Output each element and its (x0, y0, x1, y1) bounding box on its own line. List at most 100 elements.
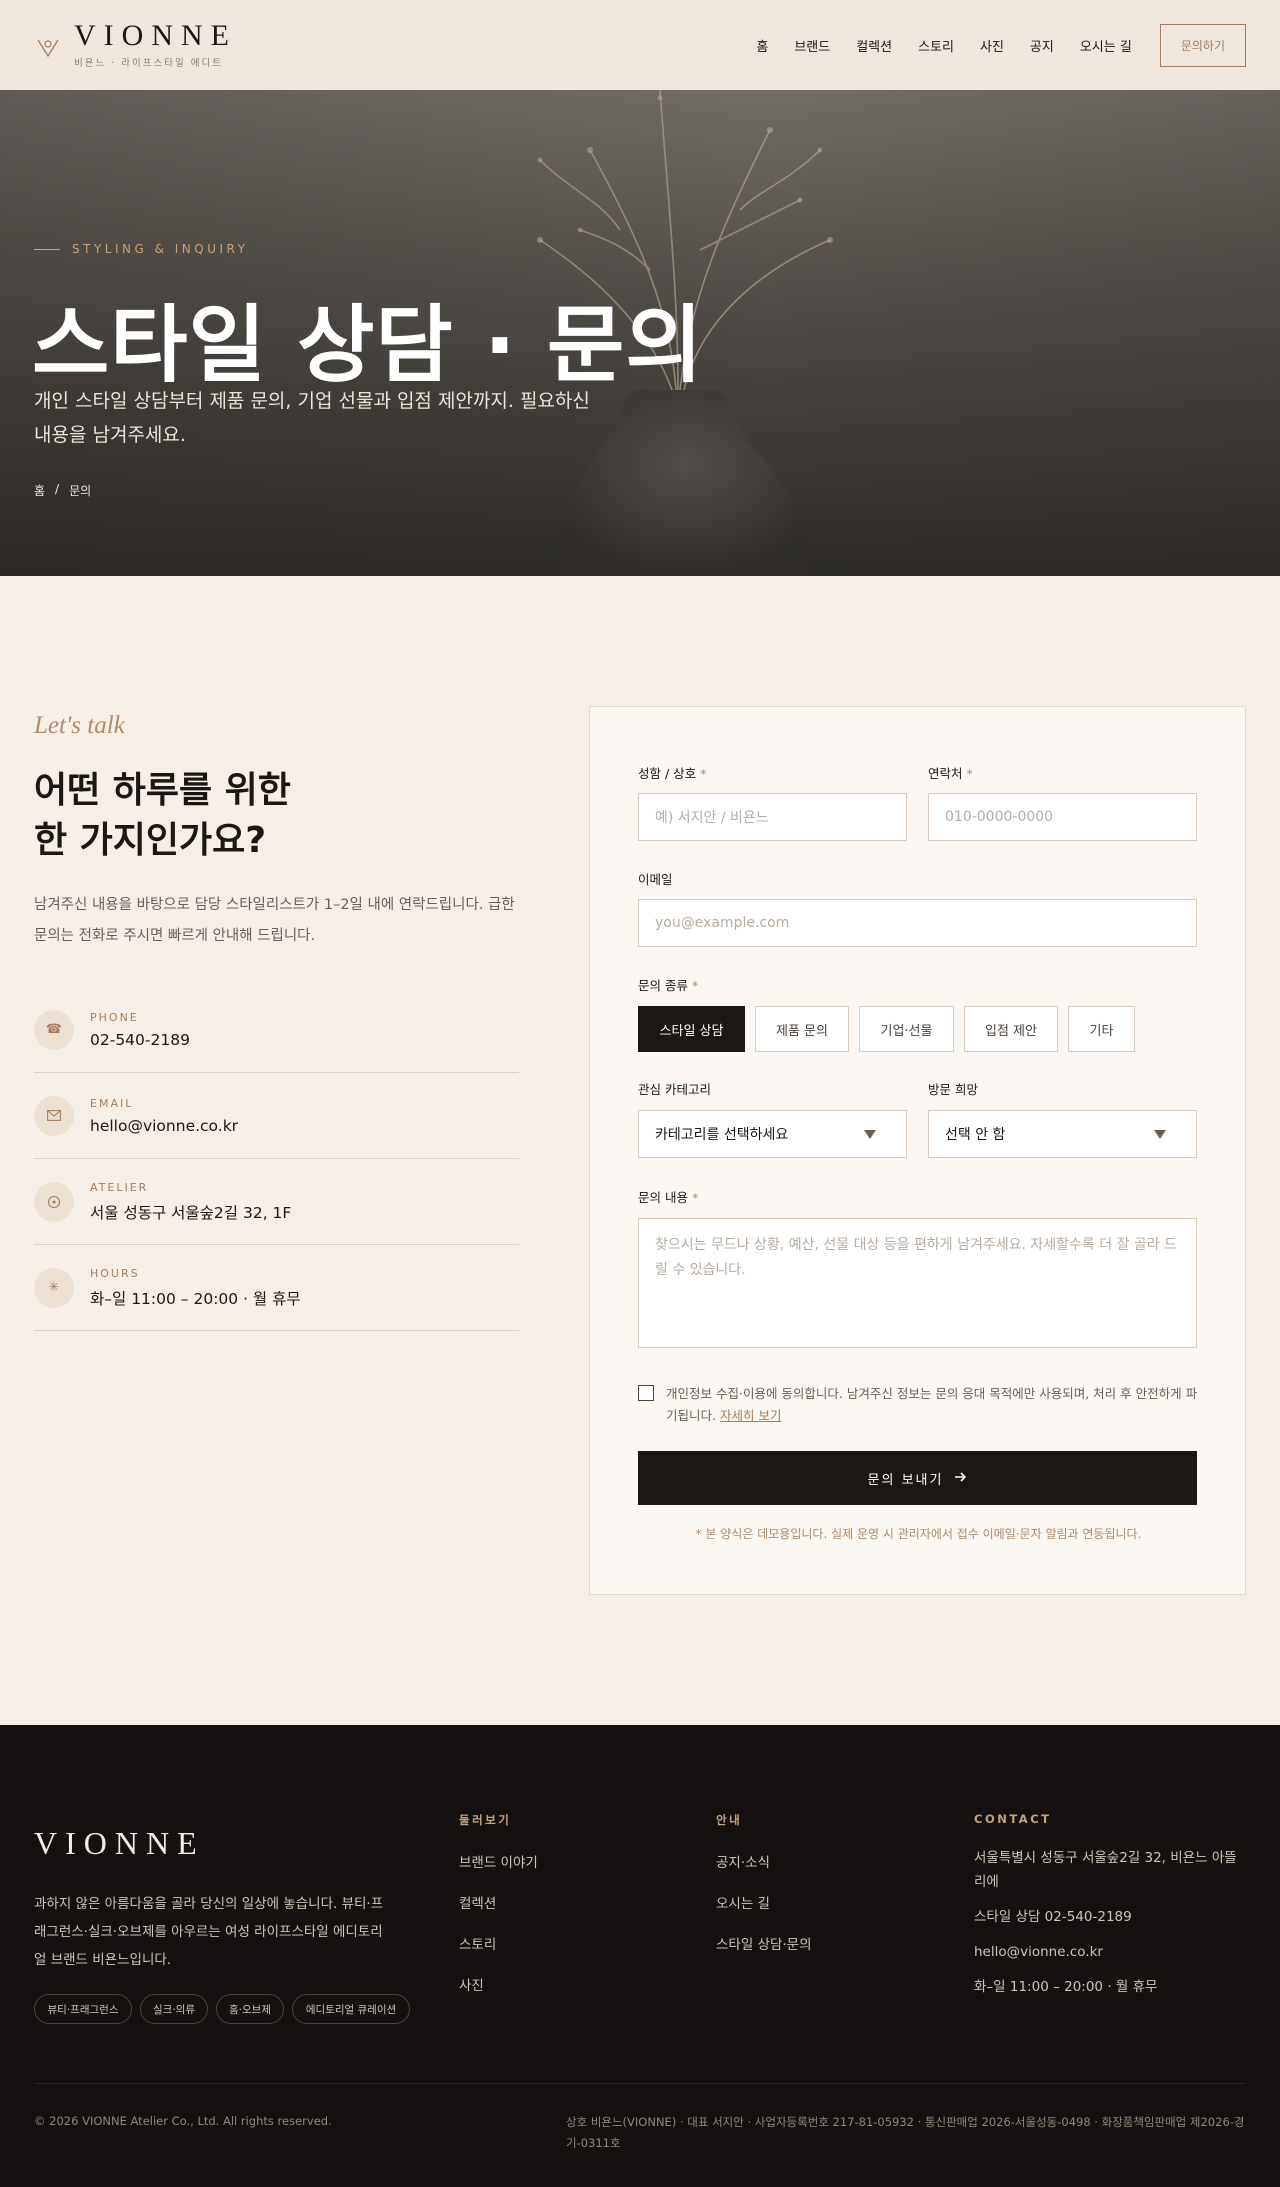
contact-email-label: EMAIL (90, 1096, 134, 1110)
mail-icon (34, 1095, 74, 1136)
nav-collection[interactable]: 컬렉션 (856, 36, 892, 55)
phone-required-mark: * (966, 766, 973, 781)
brand-tagline: 비욘느 · 라이프스타일 에디트 (74, 58, 223, 69)
category-label: 관심 카테고리 (638, 1082, 711, 1097)
nav-home[interactable]: 홈 (756, 36, 768, 55)
email-label: 이메일 (638, 872, 673, 887)
type-label-text: 문의 종류 (638, 978, 688, 993)
footer-tag: 에디토리얼 큐레이션 (292, 1994, 410, 2024)
footer-tag: 실크·의류 (140, 1994, 208, 2024)
contact-hours-label: HOURS (90, 1266, 140, 1280)
category-select-value: 카테고리를 선택하세요 (655, 1127, 789, 1143)
script-heading: Let's talk (34, 712, 125, 739)
visit-label: 방문 희망 (928, 1082, 978, 1097)
footer-link[interactable]: 컬렉션 (459, 1892, 496, 1912)
type-option-corporate[interactable]: 기업·선물 (859, 1006, 954, 1052)
submit-label: 문의 보내기 (867, 1472, 944, 1488)
footer-link[interactable]: 오시는 길 (716, 1892, 770, 1912)
phone-label: 연락처 * (928, 763, 973, 782)
footer-link[interactable]: 사진 (459, 1974, 484, 1994)
type-option-partnership[interactable]: 입점 제안 (964, 1006, 1058, 1052)
breadcrumb-home[interactable]: 홈 (34, 482, 45, 499)
hero-description: 개인 스타일 상담부터 제품 문의, 기업 선물과 입점 제안까지. 필요하신 … (34, 390, 590, 446)
visit-select[interactable]: 선택 안 함 (928, 1110, 1197, 1158)
copyright: © 2026 VIONNE Atelier Co., Ltd. All righ… (34, 2114, 332, 2128)
location-icon (34, 1181, 74, 1222)
name-required-mark: * (700, 766, 707, 781)
inquiry-form: 성함 / 상호 * 예) 서지안 / 비욘느 연락처 * 010-0000-0000… (589, 706, 1246, 1595)
hero-eyebrow: STYLING & INQUIRY (34, 242, 248, 256)
type-option-styling[interactable]: 스타일 상담 (638, 1006, 745, 1052)
contact-heading-line1: 어떤 하루를 위한 (34, 770, 291, 811)
brand-name: VIONNE (74, 19, 237, 52)
contact-hours-value: 화–일 11:00 – 20:00 · 월 휴무 (90, 1289, 301, 1308)
privacy-agreement: 개인정보 수집·이용에 동의합니다. 남겨주신 정보는 문의 응대 목적에만 사… (638, 1383, 1198, 1427)
contact-phone-value[interactable]: 02-540-2189 (90, 1031, 190, 1049)
visit-select-value: 선택 안 함 (945, 1127, 1006, 1143)
footer-address: 서울특별시 성동구 서울숲2길 32, 비욘느 아뜰리에 (974, 1850, 1237, 1890)
footer-email[interactable]: hello@vionne.co.kr (974, 1940, 1244, 1964)
footer-hours: 화–일 11:00 – 20:00 · 월 휴무 (974, 1979, 1158, 1995)
contact-phone: ☎ PHONE 02-540-2189 (34, 987, 519, 1073)
footer-link[interactable]: 스타일 상담·문의 (716, 1933, 812, 1953)
sun-icon: ✳ (34, 1267, 74, 1308)
footer-tag: 홈·오브제 (216, 1994, 284, 2024)
chevron-down-icon (864, 1130, 876, 1139)
name-input[interactable]: 예) 서지안 / 비욘느 (638, 793, 907, 841)
breadcrumb-current: 문의 (69, 484, 92, 498)
phone-icon: ☎ (34, 1009, 74, 1050)
contact-atelier-value: 서울 성동구 서울숲2길 32, 1F (90, 1203, 292, 1222)
contact-hours: ✳ HOURS 화–일 11:00 – 20:00 · 월 휴무 (34, 1245, 519, 1331)
privacy-details-link[interactable]: 자세히 보기 (720, 1408, 781, 1423)
type-option-product[interactable]: 제품 문의 (755, 1006, 849, 1052)
main-nav: 홈 브랜드 컬렉션 스토리 사진 공지 오시는 길 문의하기 (756, 23, 1246, 67)
privacy-checkbox[interactable] (638, 1385, 654, 1401)
site-footer: VIONNE 과하지 않은 아름다움을 골라 당신의 일상에 놓습니다. 뷰티·… (0, 1725, 1280, 2187)
hero-banner: STYLING & INQUIRY 스타일 상담 · 문의 개인 스타일 상담부… (0, 90, 1280, 576)
type-label: 문의 종류 * (638, 975, 698, 994)
business-info: 상호 비욘느(VIONNE) · 대표 서지안 · 사업자등록번호 217-81… (566, 2115, 1245, 2150)
message-label-text: 문의 내용 (638, 1190, 688, 1205)
footer-divider (34, 2083, 1246, 2084)
submit-button[interactable]: 문의 보내기 (638, 1451, 1197, 1505)
inquiry-button[interactable]: 문의하기 (1159, 23, 1246, 67)
footer-tag: 뷰티·프래그런스 (34, 1994, 132, 2024)
contact-description: 남겨주신 내용을 바탕으로 담당 스타일리스트가 1–2일 내에 연락드립니다.… (34, 897, 515, 944)
contact-email: EMAIL hello@vionne.co.kr (34, 1073, 519, 1159)
name-label: 성함 / 상호 * (638, 763, 706, 782)
type-option-other[interactable]: 기타 (1068, 1006, 1135, 1052)
category-select[interactable]: 카테고리를 선택하세요 (638, 1110, 907, 1158)
phone-label-text: 연락처 (928, 766, 963, 781)
message-label: 문의 내용 * (638, 1187, 698, 1206)
form-note: * 본 양식은 데모용입니다. 실제 운영 시 관리자에서 접수 이메일·문자 … (695, 1527, 1142, 1541)
contact-email-value[interactable]: hello@vionne.co.kr (90, 1117, 238, 1135)
message-required-mark: * (691, 1190, 699, 1205)
contact-atelier-label: ATELIER (90, 1180, 149, 1194)
footer-link[interactable]: 스토리 (459, 1933, 496, 1953)
nav-brand[interactable]: 브랜드 (794, 36, 830, 55)
eyebrow-line (34, 248, 60, 250)
name-label-text: 성함 / 상호 (638, 766, 697, 781)
nav-photo[interactable]: 사진 (980, 36, 1004, 55)
arrow-right-icon (955, 1471, 967, 1486)
brand-logo[interactable]: VIONNE 비욘느 · 라이프스타일 에디트 (34, 21, 237, 69)
breadcrumb: 홈 / 문의 (34, 482, 91, 499)
footer-explore-heading: 둘러보기 (459, 1813, 512, 1827)
message-textarea[interactable]: 찾으시는 무드나 상황, 예산, 선물 대상 등을 편하게 남겨주세요. 자세할… (638, 1218, 1197, 1348)
contact-heading-line2: 한 가지인가요? (34, 820, 267, 861)
nav-notice[interactable]: 공지 (1030, 36, 1054, 55)
footer-phone[interactable]: 스타일 상담 02-540-2189 (974, 1905, 1244, 1929)
nav-story[interactable]: 스토리 (918, 36, 954, 55)
email-input[interactable]: you@example.com (638, 899, 1197, 947)
contact-phone-label: PHONE (90, 1010, 139, 1024)
contact-atelier: ATELIER 서울 성동구 서울숲2길 32, 1F (34, 1159, 519, 1245)
logo-mark-icon (34, 31, 62, 59)
phone-input[interactable]: 010-0000-0000 (928, 793, 1197, 841)
footer-link[interactable]: 공지·소식 (716, 1851, 770, 1871)
footer-logo[interactable]: VIONNE (34, 1825, 205, 1862)
footer-link[interactable]: 브랜드 이야기 (459, 1851, 538, 1871)
privacy-text: 개인정보 수집·이용에 동의합니다. 남겨주신 정보는 문의 응대 목적에만 사… (666, 1383, 1198, 1427)
type-required-mark: * (691, 978, 699, 993)
nav-directions[interactable]: 오시는 길 (1080, 36, 1132, 55)
footer-contact-heading: CONTACT (974, 1812, 1052, 1826)
